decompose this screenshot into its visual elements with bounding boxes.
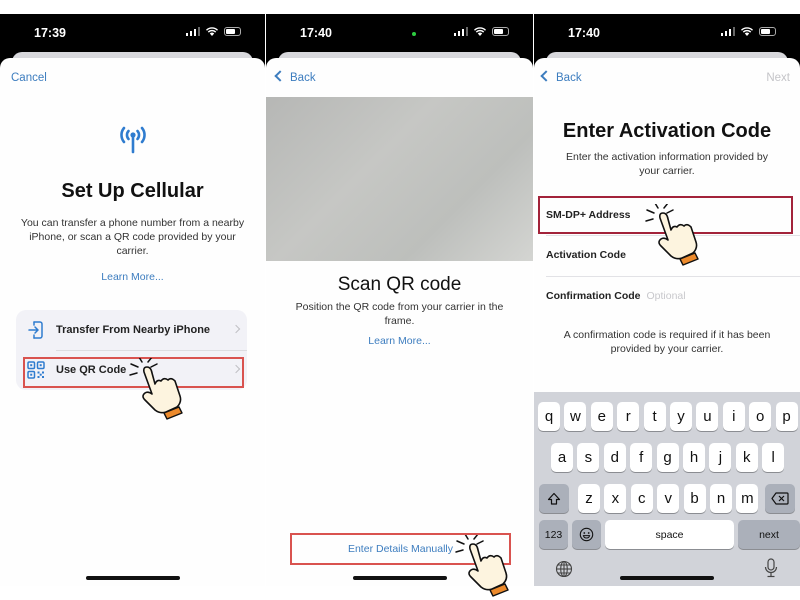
- page-title: Enter Activation Code: [562, 120, 772, 142]
- page-subtitle: Enter the activation information provide…: [566, 151, 768, 177]
- key-l[interactable]: l: [762, 443, 785, 472]
- key-o[interactable]: o: [749, 402, 772, 431]
- key-u[interactable]: u: [696, 402, 719, 431]
- cancel-button[interactable]: Cancel: [11, 72, 47, 84]
- tap-hand-icon: [455, 535, 509, 597]
- key-r[interactable]: r: [617, 402, 640, 431]
- page-title: Set Up Cellular: [61, 180, 204, 202]
- page-subtitle: Position the QR code from your carrier i…: [295, 301, 504, 327]
- space-key[interactable]: space: [605, 520, 734, 549]
- activation-code-sheet: Back Next Enter Activation Code Enter th…: [534, 58, 800, 586]
- confirmation-code-placeholder: Optional: [646, 290, 686, 302]
- key-d[interactable]: d: [603, 443, 626, 472]
- phone-screen-activation-code: 17:40 Back Next Enter Activation Code En…: [534, 14, 800, 586]
- battery-icon: [759, 27, 776, 36]
- cellular-signal-icon: [453, 27, 468, 36]
- key-z[interactable]: z: [578, 484, 600, 513]
- key-t[interactable]: t: [643, 402, 666, 431]
- key-b[interactable]: b: [683, 484, 706, 513]
- home-indicator: [85, 576, 180, 580]
- wifi-icon: [741, 27, 753, 36]
- confirmation-code-field[interactable]: Confirmation Code Optional: [546, 276, 800, 316]
- tap-hand-icon: [129, 358, 183, 420]
- antenna-icon: [120, 126, 146, 154]
- back-button[interactable]: Back: [274, 70, 316, 84]
- key-f[interactable]: f: [630, 443, 653, 472]
- field-label: Activation Code: [546, 249, 626, 261]
- learn-more-link[interactable]: Learn More...: [0, 271, 265, 283]
- option-transfer-from-iphone[interactable]: Transfer From Nearby iPhone: [16, 310, 247, 350]
- key-e[interactable]: e: [590, 402, 613, 431]
- chevron-left-icon: [274, 70, 286, 82]
- chevron-left-icon: [540, 70, 552, 82]
- page-title: Scan QR code: [337, 274, 462, 295]
- back-button[interactable]: Back: [540, 70, 582, 84]
- confirmation-note: A confirmation code is required if it ha…: [563, 329, 771, 355]
- cellular-signal-icon: [185, 27, 200, 36]
- camera-viewfinder: [266, 97, 533, 261]
- emoji-icon: [579, 527, 594, 542]
- key-i[interactable]: i: [722, 402, 745, 431]
- back-label: Back: [556, 72, 582, 84]
- home-indicator: [352, 576, 447, 580]
- status-time: 17:39: [34, 26, 66, 40]
- cellular-signal-icon: [720, 27, 735, 36]
- microphone-icon[interactable]: [764, 558, 778, 578]
- setup-sheet: Cancel Set Up Cellular You can transfer …: [0, 58, 265, 586]
- shift-icon: [547, 492, 561, 505]
- chevron-right-icon: [231, 324, 241, 334]
- numbers-key[interactable]: 123: [539, 520, 568, 549]
- keyboard: 123 space next qwertyuiop asdfghjkl zxcvbn…: [534, 392, 800, 586]
- option-label: Transfer From Nearby iPhone: [56, 324, 211, 336]
- learn-more-link[interactable]: Learn More...: [266, 335, 533, 347]
- camera-in-use-indicator: [412, 32, 416, 36]
- key-s[interactable]: s: [577, 443, 600, 472]
- key-g[interactable]: g: [656, 443, 679, 472]
- status-bar: 17:40: [266, 14, 533, 54]
- status-time: 17:40: [568, 26, 600, 40]
- scan-qr-sheet: Back Scan QR code Position the QR code f…: [266, 58, 533, 586]
- key-c[interactable]: c: [630, 484, 653, 513]
- delete-key[interactable]: [765, 484, 795, 513]
- delete-icon: [771, 492, 789, 505]
- key-k[interactable]: k: [735, 443, 758, 472]
- key-p[interactable]: p: [775, 402, 798, 431]
- battery-icon: [224, 27, 241, 36]
- home-indicator: [620, 576, 714, 580]
- key-a[interactable]: a: [551, 443, 573, 472]
- emoji-key[interactable]: [572, 520, 601, 549]
- next-key[interactable]: next: [738, 520, 800, 549]
- phone-screen-setup-cellular: 17:39 Cancel Set Up Cellular You can tra…: [0, 14, 265, 586]
- key-x[interactable]: x: [604, 484, 627, 513]
- key-y[interactable]: y: [670, 402, 692, 431]
- phone-screen-scan-qr: 17:40 Back Scan QR code Position the QR …: [266, 14, 533, 586]
- key-h[interactable]: h: [683, 443, 705, 472]
- wifi-icon: [206, 27, 218, 36]
- key-j[interactable]: j: [709, 443, 732, 472]
- globe-icon[interactable]: [555, 560, 573, 578]
- enter-details-manually-label: Enter Details Manually: [347, 543, 454, 555]
- back-label: Back: [290, 72, 316, 84]
- key-w[interactable]: w: [564, 402, 587, 431]
- transfer-icon: [28, 321, 43, 339]
- tap-hand-icon: [645, 204, 699, 266]
- shift-key[interactable]: [539, 484, 569, 513]
- page-subtitle: You can transfer a phone number from a n…: [20, 217, 245, 257]
- key-q[interactable]: q: [538, 402, 560, 431]
- battery-icon: [492, 27, 509, 36]
- next-button[interactable]: Next: [766, 72, 790, 84]
- wifi-icon: [474, 27, 486, 36]
- status-bar: 17:39: [0, 14, 265, 54]
- key-m[interactable]: m: [736, 484, 759, 513]
- status-time: 17:40: [300, 26, 332, 40]
- status-bar: 17:40: [534, 14, 800, 54]
- key-v[interactable]: v: [657, 484, 680, 513]
- key-n[interactable]: n: [710, 484, 732, 513]
- field-label: Confirmation Code: [546, 290, 641, 302]
